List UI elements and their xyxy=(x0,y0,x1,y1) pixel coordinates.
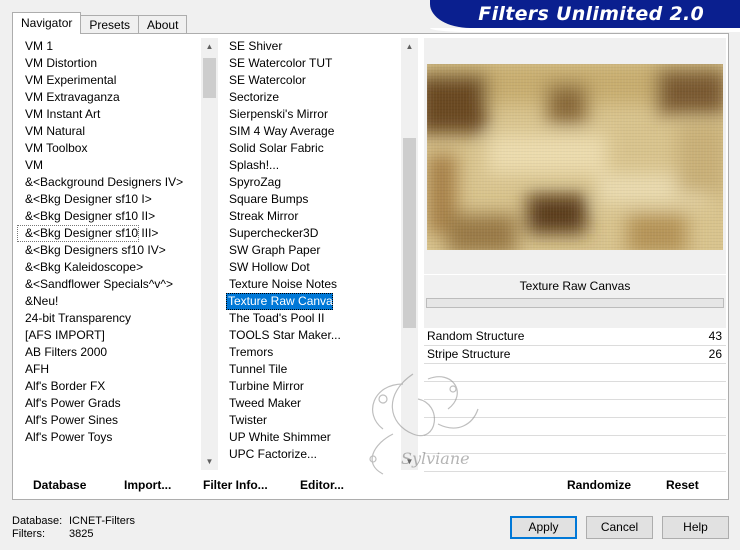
list-item[interactable]: VM Toolbox xyxy=(17,140,201,157)
list-item[interactable]: Alf's Power Grads xyxy=(17,395,201,412)
reset-button[interactable]: Reset xyxy=(666,478,699,492)
watermark-graphic: Sylviane xyxy=(369,373,479,475)
cancel-button[interactable]: Cancel xyxy=(586,516,653,539)
param-value[interactable]: 43 xyxy=(709,328,722,345)
param-random-structure[interactable]: Random Structure 43 xyxy=(424,328,726,346)
editor-button[interactable]: Editor... xyxy=(300,478,344,492)
list-item[interactable]: SE Watercolor TUT xyxy=(223,55,401,72)
list-item[interactable]: VM Extravaganza xyxy=(17,89,201,106)
list-item[interactable]: AB Filters 2000 xyxy=(17,344,201,361)
list-item[interactable]: Texture Noise Notes xyxy=(223,276,401,293)
help-button[interactable]: Help xyxy=(662,516,729,539)
param-value[interactable]: 26 xyxy=(709,346,722,363)
list-item[interactable]: Splash!... xyxy=(223,157,401,174)
list-item[interactable]: SE Shiver xyxy=(223,38,401,55)
apply-button[interactable]: Apply xyxy=(510,516,577,539)
filters-label: Filters: xyxy=(12,528,45,540)
tab-strip: Navigator Presets About xyxy=(12,12,188,34)
list-item[interactable]: Tremors xyxy=(223,344,401,361)
category-items: VM 1 VM Distortion VM Experimental VM Extra… xyxy=(17,38,201,446)
list-item[interactable]: The Toad's Pool II xyxy=(223,310,401,327)
param-label: Random Structure xyxy=(427,329,525,343)
list-item[interactable]: &<Bkg Designers sf10 IV> xyxy=(17,242,201,259)
list-item[interactable]: Square Bumps xyxy=(223,191,401,208)
bottom-toolbar: Database Import... Filter Info... Editor… xyxy=(13,472,728,498)
list-item[interactable]: &<Bkg Designer sf10 III> xyxy=(17,225,158,242)
import-button[interactable]: Import... xyxy=(124,478,171,492)
list-item[interactable]: VM Experimental xyxy=(17,72,201,89)
scroll-up-arrow-icon[interactable]: ▲ xyxy=(401,38,418,55)
param-stripe-structure[interactable]: Stripe Structure 26 xyxy=(424,346,726,364)
preview-image xyxy=(427,64,723,250)
list-item[interactable]: Streak Mirror xyxy=(223,208,401,225)
list-item[interactable]: SIM 4 Way Average xyxy=(223,123,401,140)
category-list[interactable]: VM 1 VM Distortion VM Experimental VM Extra… xyxy=(17,38,218,470)
watermark-text: Sylviane xyxy=(401,449,470,468)
list-item[interactable]: Solid Solar Fabric xyxy=(223,140,401,157)
database-info: Database: ICNET-Filters Filters: 3825 xyxy=(12,515,135,541)
tab-navigator[interactable]: Navigator xyxy=(12,12,82,34)
database-value: ICNET-Filters xyxy=(69,515,135,527)
list-item[interactable]: Alf's Power Sines xyxy=(17,412,201,429)
param-label: Stripe Structure xyxy=(427,347,511,361)
list-item[interactable]: 24-bit Transparency xyxy=(17,310,201,327)
list-item[interactable]: &<Bkg Designer sf10 I> xyxy=(17,191,201,208)
list-item[interactable]: VM Instant Art xyxy=(17,106,201,123)
list-item[interactable]: VM Distortion xyxy=(17,55,201,72)
list-item[interactable]: Alf's Border FX xyxy=(17,378,201,395)
list-item[interactable]: &<Sandflower Specials^v^> xyxy=(17,276,201,293)
category-scrollbar[interactable]: ▲ ▼ xyxy=(201,38,218,470)
list-item[interactable]: [AFS IMPORT] xyxy=(17,327,201,344)
progress-bar xyxy=(426,298,724,308)
filter-info-button[interactable]: Filter Info... xyxy=(203,478,268,492)
scrollbar-thumb[interactable] xyxy=(203,58,216,98)
list-item[interactable]: &Neu! xyxy=(17,293,201,310)
list-item[interactable]: AFH xyxy=(17,361,201,378)
list-item[interactable]: VM Natural xyxy=(17,123,201,140)
tab-about[interactable]: About xyxy=(138,15,188,34)
list-item[interactable]: &<Background Designers IV> xyxy=(17,174,201,191)
selected-filter-name: Texture Raw Canvas xyxy=(424,274,726,297)
list-item[interactable]: SW Graph Paper xyxy=(223,242,401,259)
list-item[interactable]: Texture Raw Canvas xyxy=(226,293,339,310)
list-item[interactable]: VM xyxy=(17,157,201,174)
list-item[interactable]: &<Bkg Kaleidoscope> xyxy=(17,259,201,276)
tab-presets[interactable]: Presets xyxy=(80,15,140,34)
list-item[interactable]: &<Bkg Designer sf10 II> xyxy=(17,208,201,225)
title-banner: Filters Unlimited 2.0 xyxy=(430,0,740,32)
scroll-down-arrow-icon[interactable]: ▼ xyxy=(201,453,218,470)
scrollbar-thumb[interactable] xyxy=(403,138,416,328)
list-item[interactable]: Sectorize xyxy=(223,89,401,106)
list-item[interactable]: SpyroZag xyxy=(223,174,401,191)
list-item[interactable]: SE Watercolor xyxy=(223,72,401,89)
scroll-up-arrow-icon[interactable]: ▲ xyxy=(201,38,218,55)
list-item[interactable]: TOOLS Star Maker... xyxy=(223,327,401,344)
list-item[interactable]: SW Hollow Dot xyxy=(223,259,401,276)
database-label: Database: xyxy=(12,515,63,527)
list-item[interactable]: Alf's Power Toys xyxy=(17,429,201,446)
list-item[interactable]: Superchecker3D xyxy=(223,225,401,242)
app-title: Filters Unlimited 2.0 xyxy=(478,3,704,25)
list-item[interactable]: Sierpenski's Mirror xyxy=(223,106,401,123)
list-item[interactable]: VM 1 xyxy=(17,38,201,55)
navigator-panel: VM 1 VM Distortion VM Experimental VM Extra… xyxy=(12,33,729,500)
randomize-button[interactable]: Randomize xyxy=(567,478,631,492)
filters-count: 3825 xyxy=(69,528,94,540)
database-button[interactable]: Database xyxy=(33,478,86,492)
